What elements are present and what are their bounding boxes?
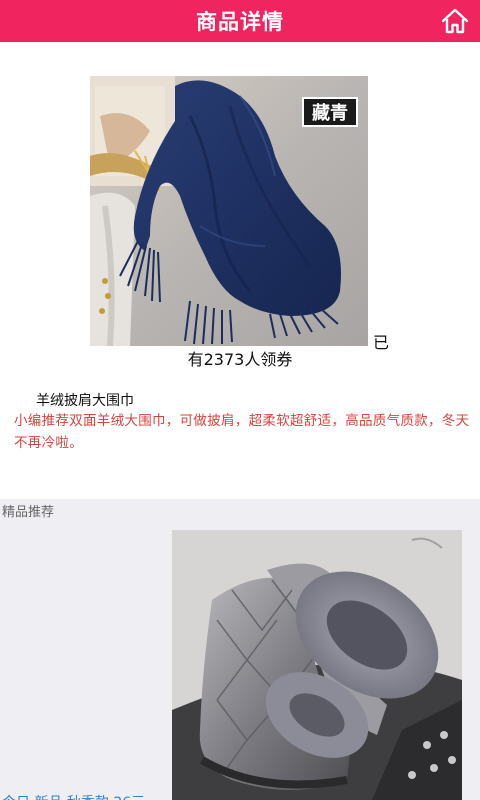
- recommend-item-title[interactable]: 今日 新品 秋季款 26元: [2, 792, 145, 800]
- recommend-section: 精品推荐: [0, 499, 480, 800]
- boots-photo: [172, 530, 462, 800]
- recommend-item-image[interactable]: [172, 530, 462, 800]
- color-tag: 藏青: [302, 97, 358, 127]
- header-bar: 商品详情: [0, 0, 480, 42]
- home-icon: [441, 8, 469, 34]
- product-name: 羊绒披肩大围巾: [36, 393, 134, 409]
- home-button[interactable]: [438, 4, 472, 38]
- recommend-header: 精品推荐: [2, 505, 55, 520]
- product-description: 小编推荐双面羊绒大围巾，可做披肩，超柔软超舒适，高品质气质款，冬天不再冷啦。: [14, 413, 470, 451]
- coupon-count: 有2373人领券: [187, 350, 293, 369]
- product-image[interactable]: 藏青: [90, 76, 368, 346]
- page-title: 商品详情: [196, 10, 284, 34]
